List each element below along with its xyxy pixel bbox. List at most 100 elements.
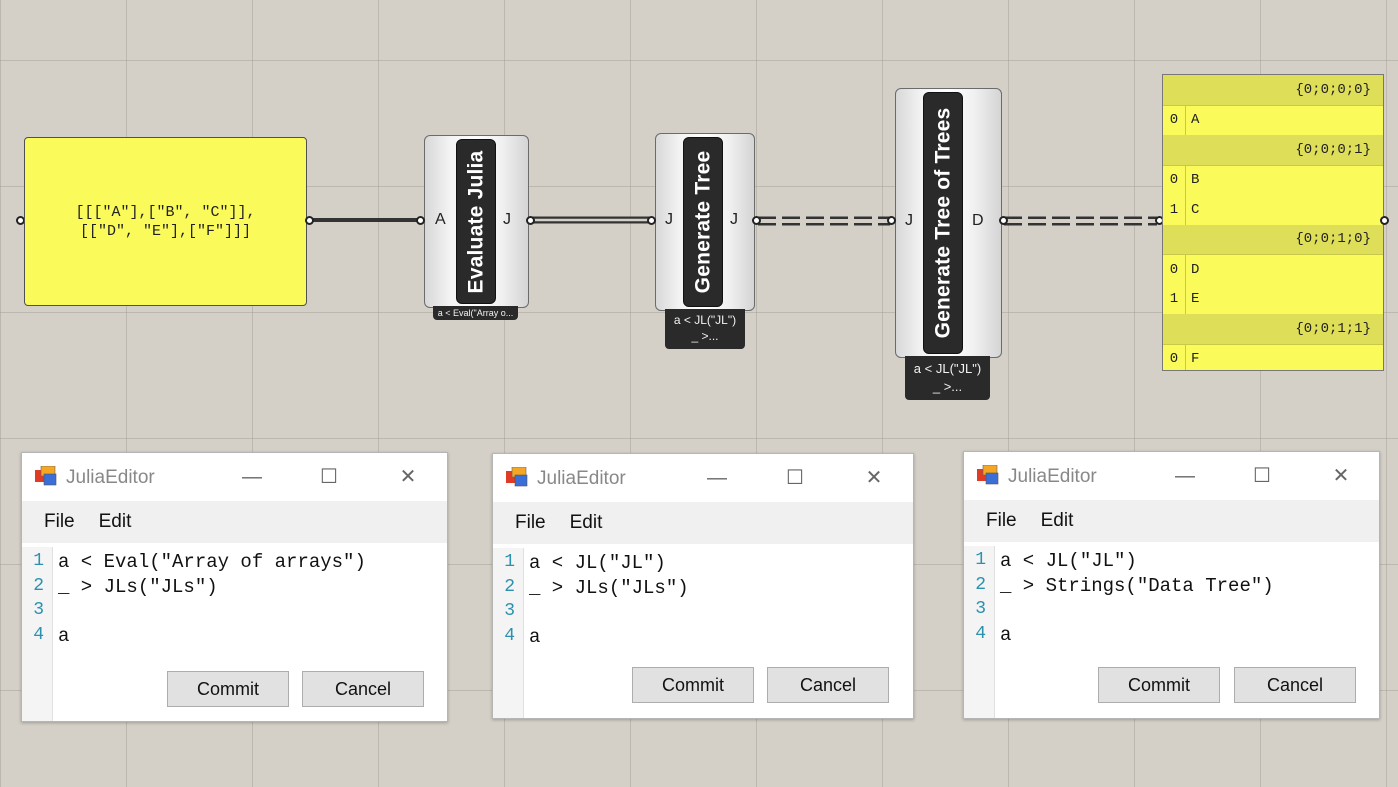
close-icon[interactable]: ✕ xyxy=(393,463,423,491)
window-title: JuliaEditor xyxy=(66,467,155,488)
title-bar: JuliaEditor — ☐ ✕ xyxy=(964,452,1379,500)
cancel-button[interactable]: Cancel xyxy=(767,667,889,703)
line-number: 2 xyxy=(33,576,44,596)
panel-text-line-2: [["D", "E"],["F"]]] xyxy=(79,222,252,240)
code-line: a < JL("JL") xyxy=(529,552,666,574)
branch-path: {0;0;0;0} xyxy=(1163,75,1383,106)
tree-of-trees-output-port[interactable] xyxy=(999,216,1008,225)
tree-item: 0B xyxy=(1163,165,1383,195)
menu-edit[interactable]: Edit xyxy=(1041,510,1074,532)
maximize-icon[interactable]: ☐ xyxy=(314,463,344,491)
close-icon[interactable]: ✕ xyxy=(859,464,889,492)
generate-tree-output-port[interactable] xyxy=(752,216,761,225)
item-value: B xyxy=(1191,172,1200,189)
code-line: a < Eval("Array of arrays") xyxy=(58,551,366,573)
item-value: F xyxy=(1191,351,1200,368)
tree-panel-output-port[interactable] xyxy=(1380,216,1389,225)
menu-file[interactable]: File xyxy=(986,510,1017,532)
generate-tree-of-trees-component[interactable]: J Generate Tree of Trees D xyxy=(895,88,1002,358)
tree-of-trees-input-port[interactable] xyxy=(887,216,896,225)
data-tree-panel[interactable]: {0;0;0;0} 0A {0;0;0;1} 0B 1C {0;0;1;0} 0… xyxy=(1162,74,1384,371)
tree-item: 0F xyxy=(1163,344,1383,370)
line-number: 3 xyxy=(33,600,44,620)
line-number: 3 xyxy=(504,601,515,621)
branch-path: {0;0;1;1} xyxy=(1163,314,1383,345)
input-label-j: J xyxy=(665,211,673,228)
julia-editor-window-2[interactable]: JuliaEditor — ☐ ✕ File Edit 1 2 3 4 a < … xyxy=(492,453,914,719)
panel-output-port[interactable] xyxy=(305,216,314,225)
menu-edit[interactable]: Edit xyxy=(99,511,132,533)
component-title-bar: Generate Tree xyxy=(683,137,723,307)
menu-bar: File Edit xyxy=(493,502,913,544)
item-value: D xyxy=(1191,261,1200,278)
text-panel[interactable]: [[["A"],["B", "C"]], [["D", "E"],["F"]]] xyxy=(24,137,307,306)
branch-path: {0;0;1;0} xyxy=(1163,224,1383,255)
menu-file[interactable]: File xyxy=(515,512,546,534)
commit-button[interactable]: Commit xyxy=(632,667,754,703)
line-number: 4 xyxy=(504,626,515,646)
panel-text-line-1: [[["A"],["B", "C"]], xyxy=(75,203,256,221)
julia-editor-window-3[interactable]: JuliaEditor — ☐ ✕ File Edit 1 2 3 4 a < … xyxy=(963,451,1380,719)
generate-tree-input-port[interactable] xyxy=(647,216,656,225)
code-line: a xyxy=(529,626,541,648)
tree-of-trees-component-tag: a < JL("JL") _ >... xyxy=(905,356,990,400)
line-number: 1 xyxy=(504,552,515,572)
julia-editor-window-1[interactable]: JuliaEditor — ☐ ✕ File Edit 1 2 3 4 a < … xyxy=(21,452,448,722)
line-number: 3 xyxy=(975,599,986,619)
branch-path: {0;0;0;1} xyxy=(1163,135,1383,166)
item-index: 1 xyxy=(1163,195,1186,225)
julia-editor-app-icon xyxy=(977,465,999,485)
item-index: 0 xyxy=(1163,165,1186,195)
title-bar: JuliaEditor — ☐ ✕ xyxy=(22,453,447,501)
line-number: 1 xyxy=(33,551,44,571)
menu-edit[interactable]: Edit xyxy=(570,512,603,534)
item-index: 0 xyxy=(1163,255,1186,285)
code-line: _ > JLs("JLs") xyxy=(58,576,218,598)
minimize-icon[interactable]: — xyxy=(702,464,732,492)
tree-item: 1C xyxy=(1163,195,1383,225)
title-bar: JuliaEditor — ☐ ✕ xyxy=(493,454,913,502)
item-value: A xyxy=(1191,112,1200,129)
component-title: Evaluate Julia xyxy=(464,150,487,293)
line-number: 4 xyxy=(33,625,44,645)
julia-editor-app-icon xyxy=(506,467,528,487)
item-value: C xyxy=(1191,201,1200,218)
maximize-icon[interactable]: ☐ xyxy=(1247,462,1277,490)
code-line: a xyxy=(1000,624,1012,646)
item-value: E xyxy=(1191,291,1200,308)
window-title: JuliaEditor xyxy=(537,468,626,489)
code-line: _ > Strings("Data Tree") xyxy=(1000,575,1274,597)
code-line: a xyxy=(58,625,70,647)
minimize-icon[interactable]: — xyxy=(237,463,267,491)
line-number: 2 xyxy=(504,577,515,597)
output-label-j: J xyxy=(730,211,738,228)
close-icon[interactable]: ✕ xyxy=(1326,462,1356,490)
eval-component-tag: a < Eval("Array o... xyxy=(433,306,518,320)
eval-input-port[interactable] xyxy=(416,216,425,225)
menu-file[interactable]: File xyxy=(44,511,75,533)
tag-line-2: _ >... xyxy=(932,379,963,394)
tree-item: 0A xyxy=(1163,105,1383,135)
component-title-bar: Generate Tree of Trees xyxy=(923,92,963,354)
code-line: _ > JLs("JLs") xyxy=(529,577,689,599)
menu-bar: File Edit xyxy=(964,500,1379,542)
line-number: 1 xyxy=(975,550,986,570)
eval-output-port[interactable] xyxy=(526,216,535,225)
item-index: 0 xyxy=(1163,105,1186,135)
evaluate-julia-component[interactable]: A Evaluate Julia J xyxy=(424,135,529,308)
window-title: JuliaEditor xyxy=(1008,466,1097,487)
minimize-icon[interactable]: — xyxy=(1170,462,1200,490)
cancel-button[interactable]: Cancel xyxy=(302,671,424,707)
item-index: 0 xyxy=(1163,344,1186,370)
cancel-button[interactable]: Cancel xyxy=(1234,667,1356,703)
commit-button[interactable]: Commit xyxy=(1098,667,1220,703)
maximize-icon[interactable]: ☐ xyxy=(780,464,810,492)
panel-text: [[["A"],["B", "C"]], [["D", "E"],["F"]]] xyxy=(75,203,255,241)
component-title: Generate Tree of Trees xyxy=(931,107,955,339)
input-label-j: J xyxy=(905,212,913,229)
generate-tree-component[interactable]: J Generate Tree J xyxy=(655,133,755,311)
julia-editor-app-icon xyxy=(35,466,57,486)
commit-button[interactable]: Commit xyxy=(167,671,289,707)
tag-line-2: _ >... xyxy=(691,329,719,343)
tree-item: 0D xyxy=(1163,255,1383,285)
